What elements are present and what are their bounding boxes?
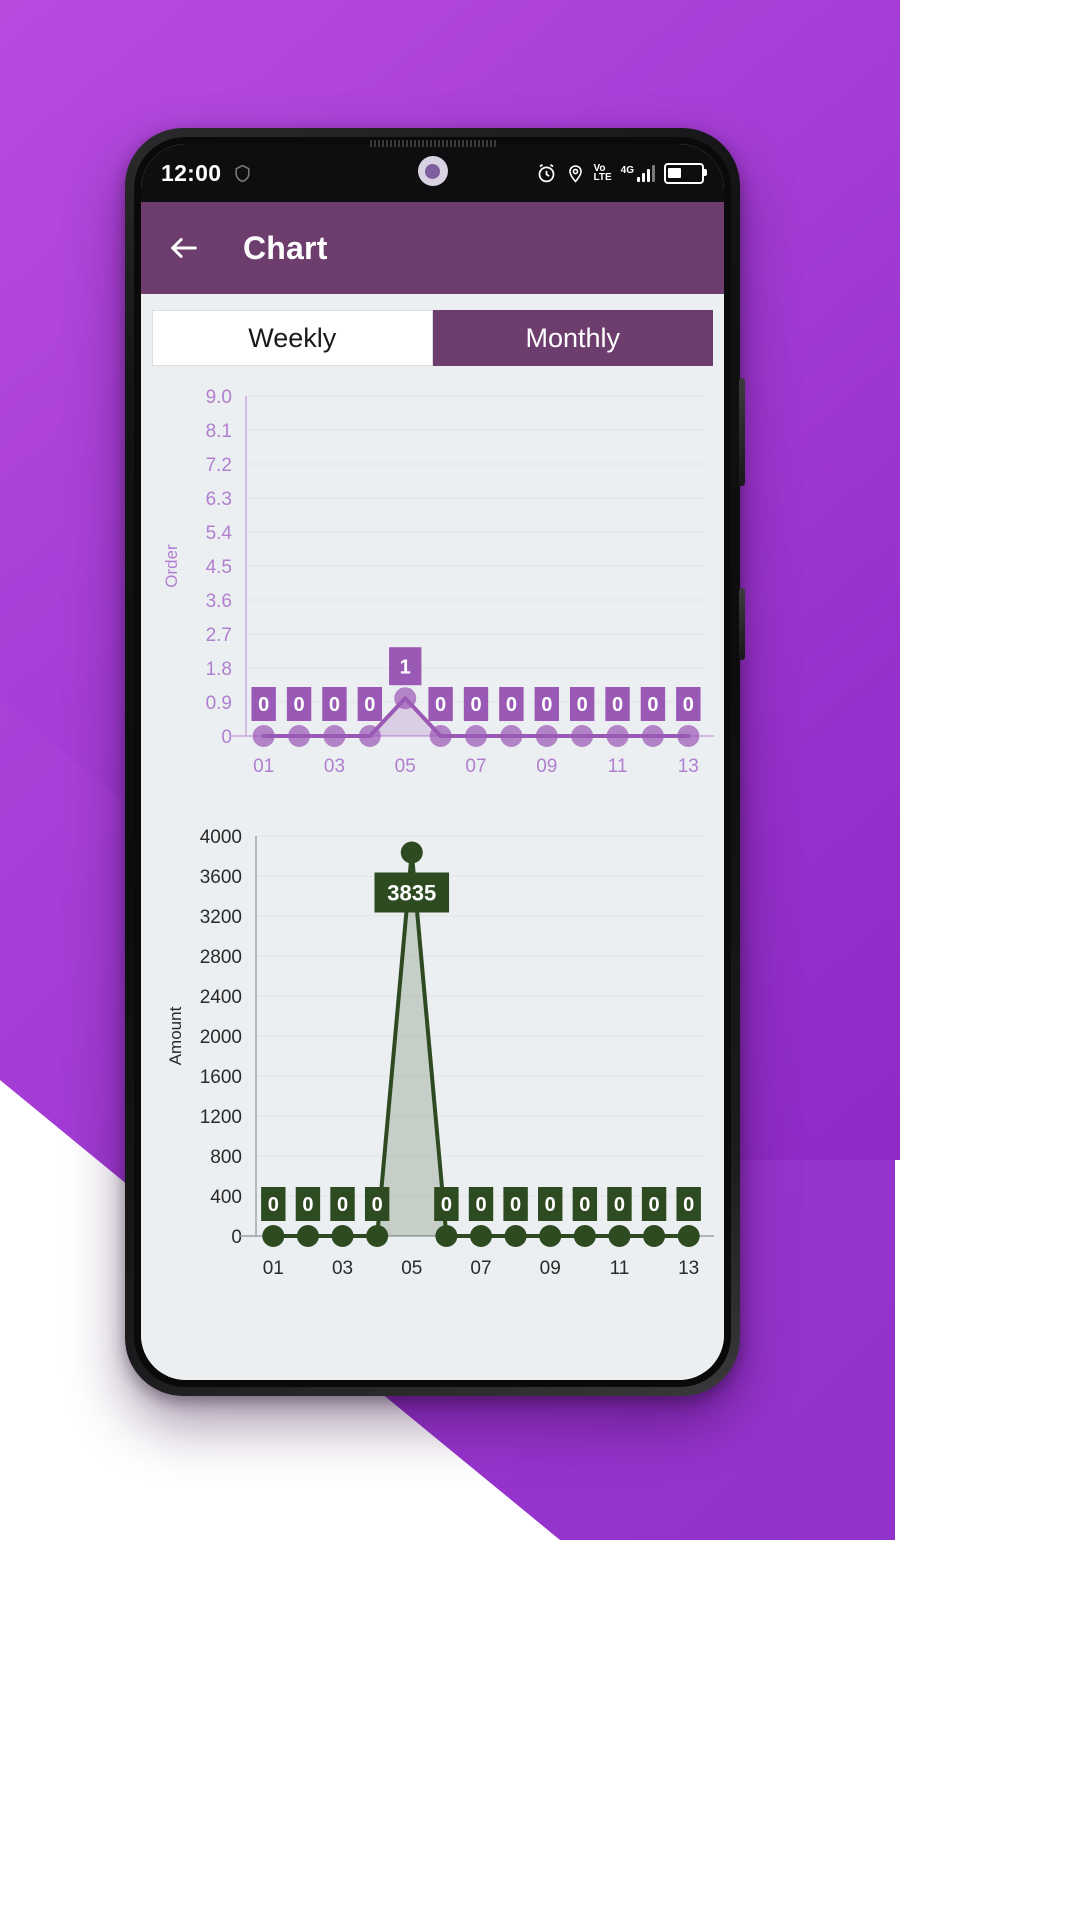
alarm-icon [536,163,557,184]
svg-text:0: 0 [337,1194,348,1216]
svg-text:0.9: 0.9 [206,693,232,714]
volte-line-2: LTE [593,172,612,183]
svg-text:05: 05 [401,1258,422,1279]
svg-text:1.8: 1.8 [206,659,232,680]
svg-text:2.7: 2.7 [206,625,232,646]
phone-screen: 12:00 Vo LTE 4G Chart Weekly Monthly 9.0… [141,144,724,1380]
svg-text:Amount: Amount [166,1006,185,1065]
svg-text:0: 0 [441,1194,452,1216]
earpiece-speaker [367,140,498,147]
phone-mockup: 12:00 Vo LTE 4G Chart Weekly Monthly 9.0… [125,128,745,1396]
svg-text:0: 0 [475,1194,486,1216]
svg-text:5.4: 5.4 [206,523,233,544]
svg-text:01: 01 [253,756,274,777]
front-camera-icon [417,156,448,186]
svg-text:03: 03 [324,756,345,777]
svg-text:400: 400 [210,1187,242,1208]
svg-text:7.2: 7.2 [206,455,232,476]
svg-text:0: 0 [294,694,305,716]
amount-chart: 4000 3600 3200 2800 2400 2000 1600 1200 800 400 0 A… [141,806,724,1316]
svg-text:0: 0 [545,1194,556,1216]
tab-monthly[interactable]: Monthly [432,310,713,366]
svg-text:13: 13 [678,756,699,777]
svg-text:0: 0 [683,1194,694,1216]
svg-text:1600: 1600 [200,1067,242,1088]
svg-text:0: 0 [268,1194,279,1216]
svg-text:3835: 3835 [387,880,436,905]
svg-text:0: 0 [614,1194,625,1216]
amount-chart-canvas[interactable]: 400036003200280024002000160012008004000A… [141,806,724,1316]
svg-text:0: 0 [372,1194,383,1216]
svg-text:0: 0 [364,694,375,716]
tab-weekly[interactable]: Weekly [152,310,433,366]
svg-text:13: 13 [678,1258,699,1279]
svg-text:01: 01 [263,1258,284,1279]
svg-text:0: 0 [329,694,340,716]
svg-text:0: 0 [579,1194,590,1216]
svg-text:3.6: 3.6 [206,591,232,612]
svg-text:0: 0 [302,1194,313,1216]
volte-icon: Vo LTE [593,163,612,183]
svg-text:2000: 2000 [200,1027,242,1048]
svg-text:2800: 2800 [200,947,242,968]
phone-side-button-power[interactable] [739,588,745,660]
svg-text:09: 09 [536,756,557,777]
order-chart: 9.0 8.1 7.2 6.3 5.4 4.5 3.6 2.7 1.8 0.9 0 Order 01 03… [141,366,724,806]
status-right-icons: Vo LTE 4G [536,162,707,184]
svg-text:0: 0 [649,1194,660,1216]
back-arrow-icon[interactable] [167,231,201,265]
svg-text:0: 0 [470,694,481,716]
svg-text:6.3: 6.3 [206,489,232,510]
svg-text:3200: 3200 [200,907,242,928]
phone-side-button-volume[interactable] [739,378,745,486]
svg-text:Order: Order [162,544,181,588]
phone-bezel: 12:00 Vo LTE 4G Chart Weekly Monthly 9.0… [134,137,731,1387]
svg-text:0: 0 [435,694,446,716]
battery-icon [664,162,707,184]
svg-text:09: 09 [540,1258,561,1279]
svg-text:8.1: 8.1 [206,421,232,442]
svg-text:03: 03 [332,1258,353,1279]
network-type-label: 4G [620,164,634,176]
signal-4g-icon: 4G [620,164,655,182]
svg-text:0: 0 [258,694,269,716]
svg-text:4000: 4000 [200,827,242,848]
svg-text:0: 0 [221,727,232,748]
page-title: Chart [243,229,328,266]
svg-text:0: 0 [541,694,552,716]
svg-text:11: 11 [608,756,628,777]
content-area: Weekly Monthly 9.0 8.1 7.2 6.3 5.4 4.5 3.6 2.7 1… [141,294,724,1380]
status-time: 12:00 [161,159,222,186]
location-icon [566,163,585,184]
svg-text:0: 0 [506,694,517,716]
svg-text:2400: 2400 [200,987,242,1008]
svg-text:9.0: 9.0 [206,387,232,408]
svg-text:07: 07 [470,1258,491,1279]
svg-text:1200: 1200 [200,1107,242,1128]
svg-text:0: 0 [683,694,694,716]
svg-text:4.5: 4.5 [206,557,232,578]
period-tab-group: Weekly Monthly [141,294,724,366]
svg-text:0: 0 [231,1227,242,1248]
svg-text:0: 0 [647,694,658,716]
svg-text:0: 0 [510,1194,521,1216]
svg-text:0: 0 [577,694,588,716]
svg-text:1: 1 [400,656,411,678]
order-chart-canvas[interactable]: 9.08.17.26.35.44.53.62.71.80.90Order01 03… [141,366,724,806]
svg-text:800: 800 [210,1147,242,1168]
status-left-icons [233,163,252,184]
app-bar: Chart [141,202,724,294]
svg-text:07: 07 [465,756,486,777]
svg-text:11: 11 [610,1258,630,1279]
svg-text:0: 0 [612,694,623,716]
status-bar: 12:00 Vo LTE 4G [141,144,724,202]
svg-text:3600: 3600 [200,867,242,888]
shield-icon [233,163,252,184]
svg-text:05: 05 [395,756,416,777]
